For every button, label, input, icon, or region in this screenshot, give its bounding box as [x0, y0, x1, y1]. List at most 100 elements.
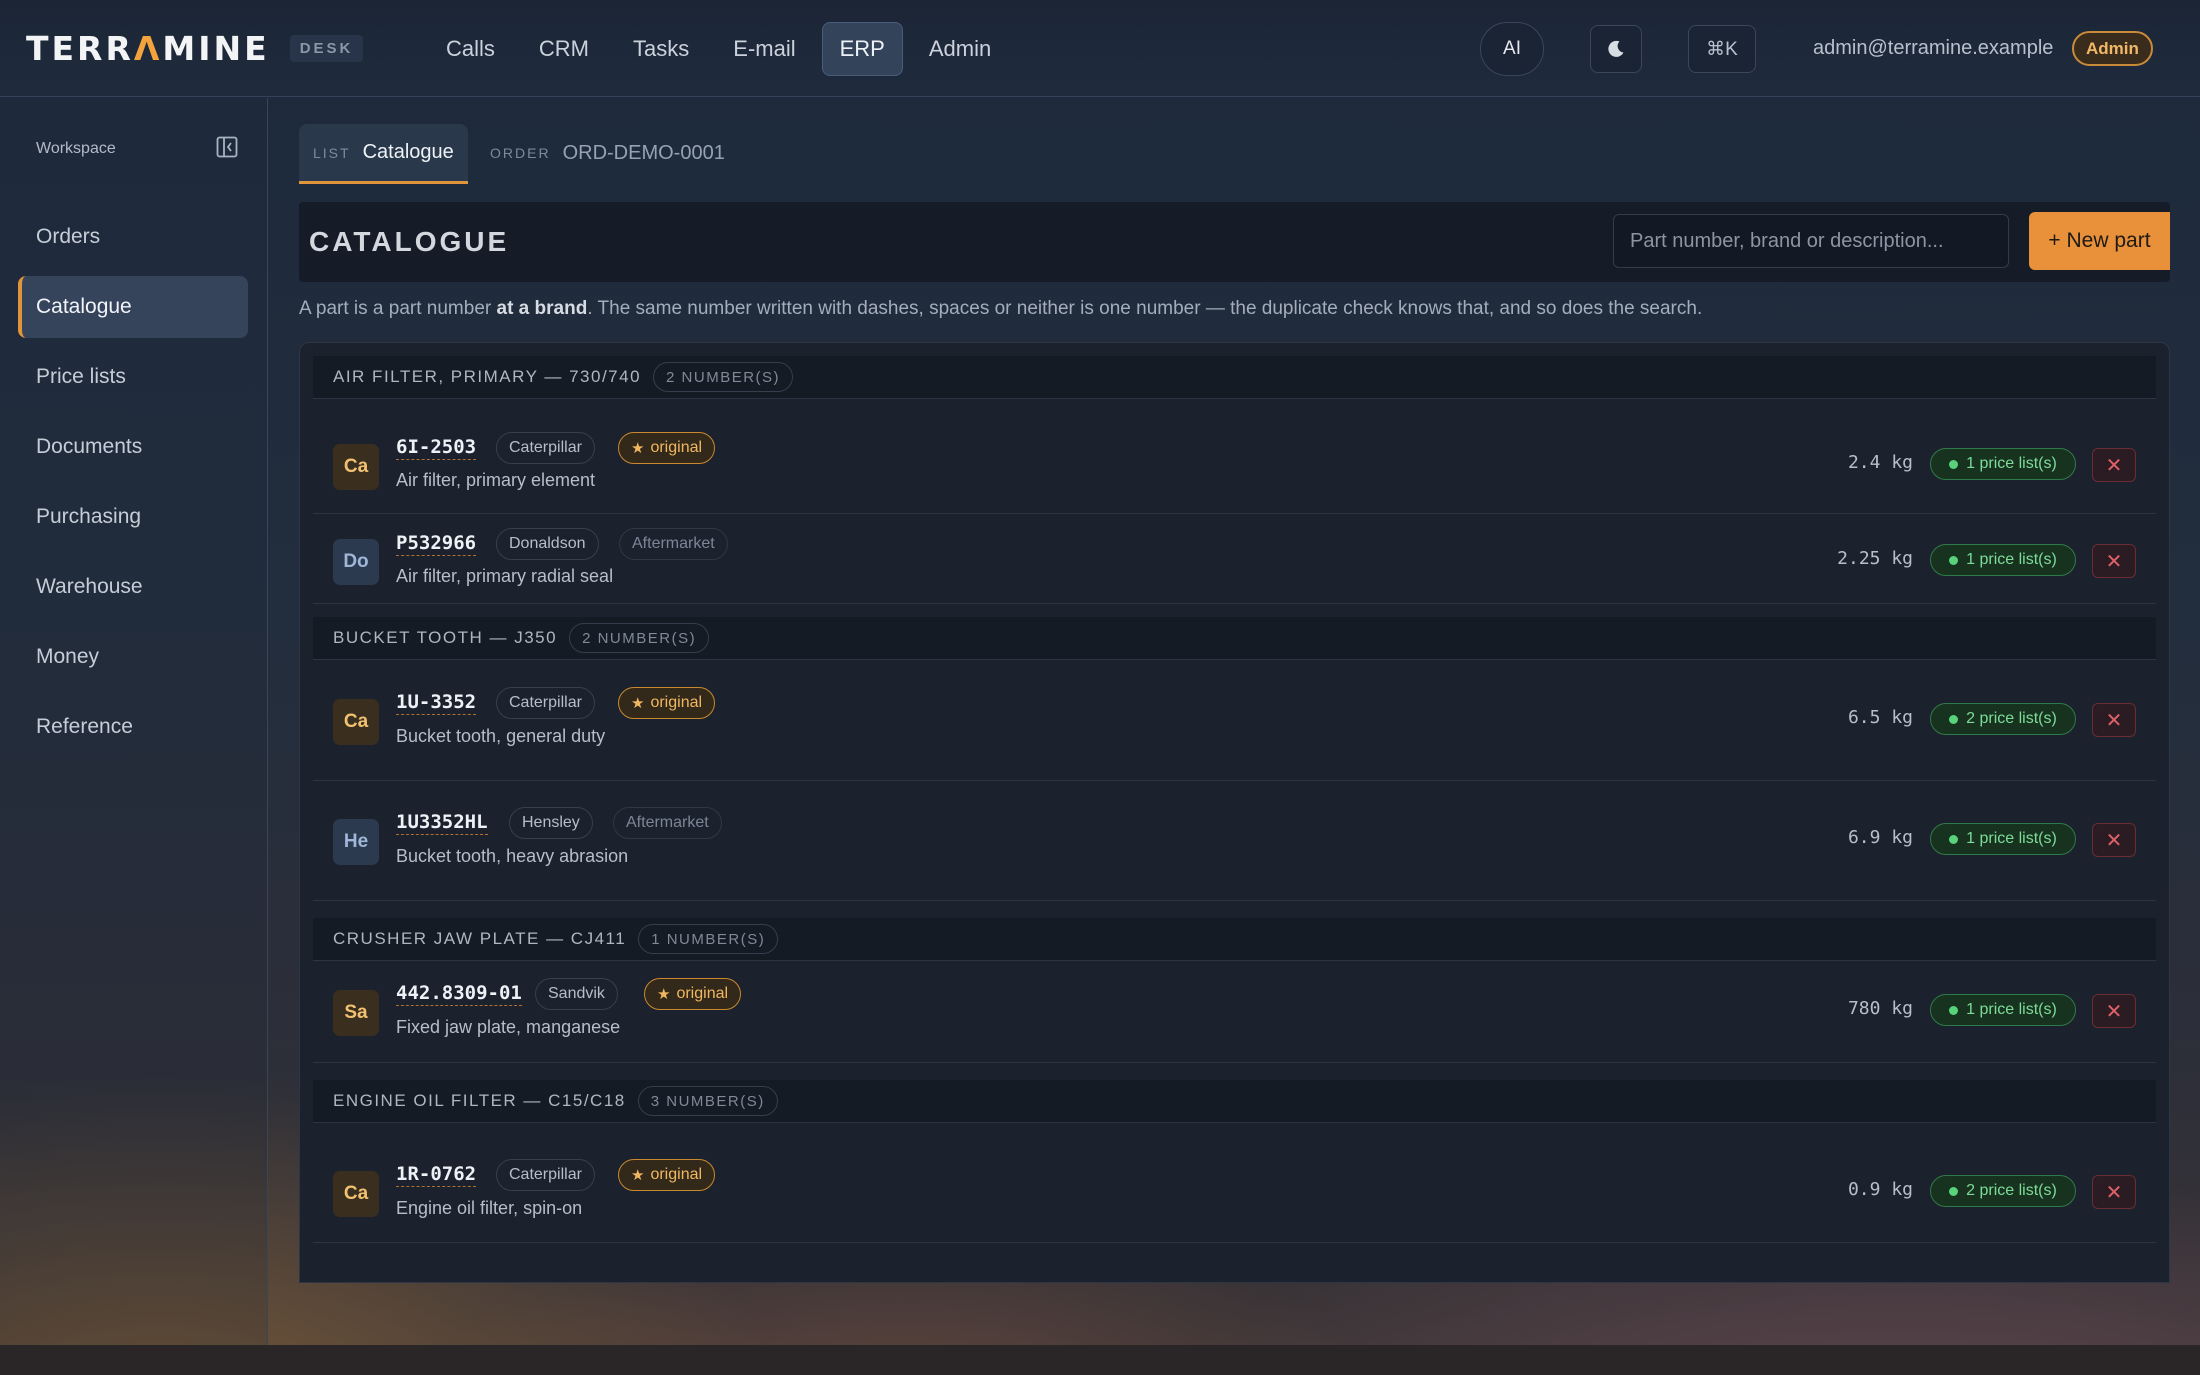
star-icon: ★: [631, 1167, 645, 1184]
part-weight: 6.9 kg: [1847, 827, 1913, 848]
theme-toggle-button[interactable]: [1590, 25, 1642, 73]
part-number[interactable]: P532966: [396, 532, 477, 556]
group-header: ENGINE OIL FILTER — C15/C18 3 NUMBER(S): [313, 1080, 2156, 1123]
tab-value: ORD-DEMO-0001: [562, 141, 725, 164]
original-chip: ★ original: [618, 432, 716, 464]
aftermarket-chip: Aftermarket: [619, 528, 728, 560]
part-number[interactable]: 1U3352HL: [396, 811, 488, 835]
original-chip: ★ original: [618, 687, 716, 719]
group-title: ENGINE OIL FILTER — C15/C18: [333, 1091, 626, 1110]
group-header: CRUSHER JAW PLATE — CJ411 1 NUMBER(S): [313, 918, 2156, 961]
page-title: CATALOGUE: [309, 226, 510, 257]
sidebar-item-catalogue[interactable]: Catalogue: [18, 276, 248, 338]
part-description: Bucket tooth, general duty: [396, 726, 606, 746]
close-icon: ✕: [2105, 1181, 2123, 1204]
nav-admin[interactable]: Admin: [911, 22, 1009, 76]
catalogue-header: CATALOGUE + New part: [299, 202, 2170, 282]
main-nav: Calls CRM Tasks E-mail ERP Admin: [428, 22, 1017, 76]
price-list-badge[interactable]: 2 price list(s): [1930, 1175, 2076, 1207]
part-weight: 2.25 kg: [1837, 548, 1913, 569]
part-row[interactable]: Do P532966 Donaldson Aftermarket Air fil…: [313, 514, 2156, 604]
brand-avatar: Sa: [333, 990, 379, 1036]
app-logo[interactable]: TERRΛMINE DESK: [26, 26, 364, 70]
group-title: BUCKET TOOTH — J350: [333, 628, 558, 647]
price-list-badge[interactable]: 1 price list(s): [1930, 823, 2076, 855]
tab-catalogue[interactable]: LIST Catalogue: [299, 124, 468, 184]
brand-avatar: Ca: [333, 1171, 379, 1217]
search-input[interactable]: [1613, 214, 2009, 268]
sidebar-item-price-lists[interactable]: Price lists: [18, 346, 248, 408]
delete-part-button[interactable]: ✕: [2092, 994, 2136, 1028]
sidebar-item-reference[interactable]: Reference: [18, 696, 248, 758]
new-part-button[interactable]: + New part: [2029, 212, 2170, 270]
part-weight: 0.9 kg: [1847, 1179, 1913, 1200]
part-number[interactable]: 1U-3352: [396, 691, 477, 715]
count-badge: 2 NUMBER(S): [653, 362, 794, 392]
part-row[interactable]: Ca 1U-3352 Caterpillar ★ original Bucket …: [313, 661, 2156, 781]
price-list-badge[interactable]: 1 price list(s): [1930, 544, 2076, 576]
sidebar-item-money[interactable]: Money: [18, 626, 248, 688]
sidebar-item-orders[interactable]: Orders: [18, 206, 248, 268]
sidebar-item-warehouse[interactable]: Warehouse: [18, 556, 248, 618]
delete-part-button[interactable]: ✕: [2092, 1175, 2136, 1209]
part-row[interactable]: Sa 442.8309-01 Sandvik ★ original Fixed j…: [313, 962, 2156, 1063]
close-icon: ✕: [2105, 454, 2123, 477]
price-list-badge[interactable]: 2 price list(s): [1930, 703, 2076, 735]
status-dot-icon: [1949, 834, 1959, 844]
delete-part-button[interactable]: ✕: [2092, 823, 2136, 857]
delete-part-button[interactable]: ✕: [2092, 703, 2136, 737]
group-header: BUCKET TOOTH — J350 2 NUMBER(S): [313, 617, 2156, 660]
nav-calls[interactable]: Calls: [428, 22, 513, 76]
part-weight: 780 kg: [1847, 998, 1913, 1019]
part-weight: 2.4 kg: [1847, 452, 1913, 473]
sidebar-collapse-icon[interactable]: [216, 136, 238, 158]
part-description: Engine oil filter, spin-on: [396, 1198, 583, 1218]
star-icon: ★: [631, 440, 645, 457]
brand-chip: Hensley: [509, 807, 593, 839]
price-list-badge[interactable]: 1 price list(s): [1930, 448, 2076, 480]
sidebar-item-purchasing[interactable]: Purchasing: [18, 486, 248, 548]
status-dot-icon: [1949, 555, 1959, 565]
tab-kind-label: LIST: [313, 144, 351, 161]
catalogue-list: AIR FILTER, PRIMARY — 730/740 2 NUMBER(S…: [299, 342, 2170, 1283]
tab-order[interactable]: ORDER ORD-DEMO-0001: [476, 124, 739, 182]
nav-email[interactable]: E-mail: [715, 22, 813, 76]
status-dot-icon: [1949, 1005, 1959, 1015]
nav-erp[interactable]: ERP: [821, 22, 903, 76]
sidebar: Workspace Orders Catalogue Price lists D…: [0, 98, 268, 1375]
original-chip: ★ original: [618, 1159, 716, 1191]
count-badge: 1 NUMBER(S): [638, 924, 779, 954]
star-icon: ★: [657, 986, 671, 1003]
brand-chip: Donaldson: [496, 528, 599, 560]
part-row[interactable]: Ca 1R-0762 Caterpillar ★ original Engine …: [313, 1143, 2156, 1243]
group-title: AIR FILTER, PRIMARY — 730/740: [333, 367, 642, 386]
sidebar-item-documents[interactable]: Documents: [18, 416, 248, 478]
workspace-label: Workspace: [36, 140, 116, 157]
star-icon: ★: [631, 695, 645, 712]
ai-button[interactable]: AI: [1480, 22, 1544, 76]
nav-crm[interactable]: CRM: [521, 22, 607, 76]
count-badge: 2 NUMBER(S): [569, 623, 710, 653]
nav-tasks[interactable]: Tasks: [615, 22, 707, 76]
original-chip: ★ original: [644, 978, 742, 1010]
status-dot-icon: [1949, 459, 1959, 469]
logo-badge: DESK: [289, 34, 364, 62]
brand-chip: Caterpillar: [496, 1159, 595, 1191]
part-number[interactable]: 6I-2503: [396, 436, 477, 460]
command-palette-button[interactable]: ⌘K: [1688, 25, 1756, 73]
part-number[interactable]: 1R-0762: [396, 1163, 477, 1187]
part-row[interactable]: He 1U3352HL Hensley Aftermarket Bucket t…: [313, 781, 2156, 901]
price-list-badge[interactable]: 1 price list(s): [1930, 994, 2076, 1026]
delete-part-button[interactable]: ✕: [2092, 448, 2136, 482]
user-email[interactable]: admin@terramine.example: [1813, 37, 2053, 60]
delete-part-button[interactable]: ✕: [2092, 544, 2136, 578]
logo-wordmark: TERRΛMINE: [26, 28, 270, 68]
brand-avatar: He: [333, 819, 379, 865]
close-icon: ✕: [2105, 829, 2123, 852]
brand-avatar: Ca: [333, 699, 379, 745]
top-bar: TERRΛMINE DESK Calls CRM Tasks E-mail ER…: [0, 0, 2200, 97]
part-row[interactable]: Ca 6I-2503 Caterpillar ★ original Air fil…: [313, 414, 2156, 514]
part-number[interactable]: 442.8309-01: [396, 982, 522, 1006]
aftermarket-chip: Aftermarket: [613, 807, 722, 839]
bottom-strip: [0, 1345, 2200, 1375]
